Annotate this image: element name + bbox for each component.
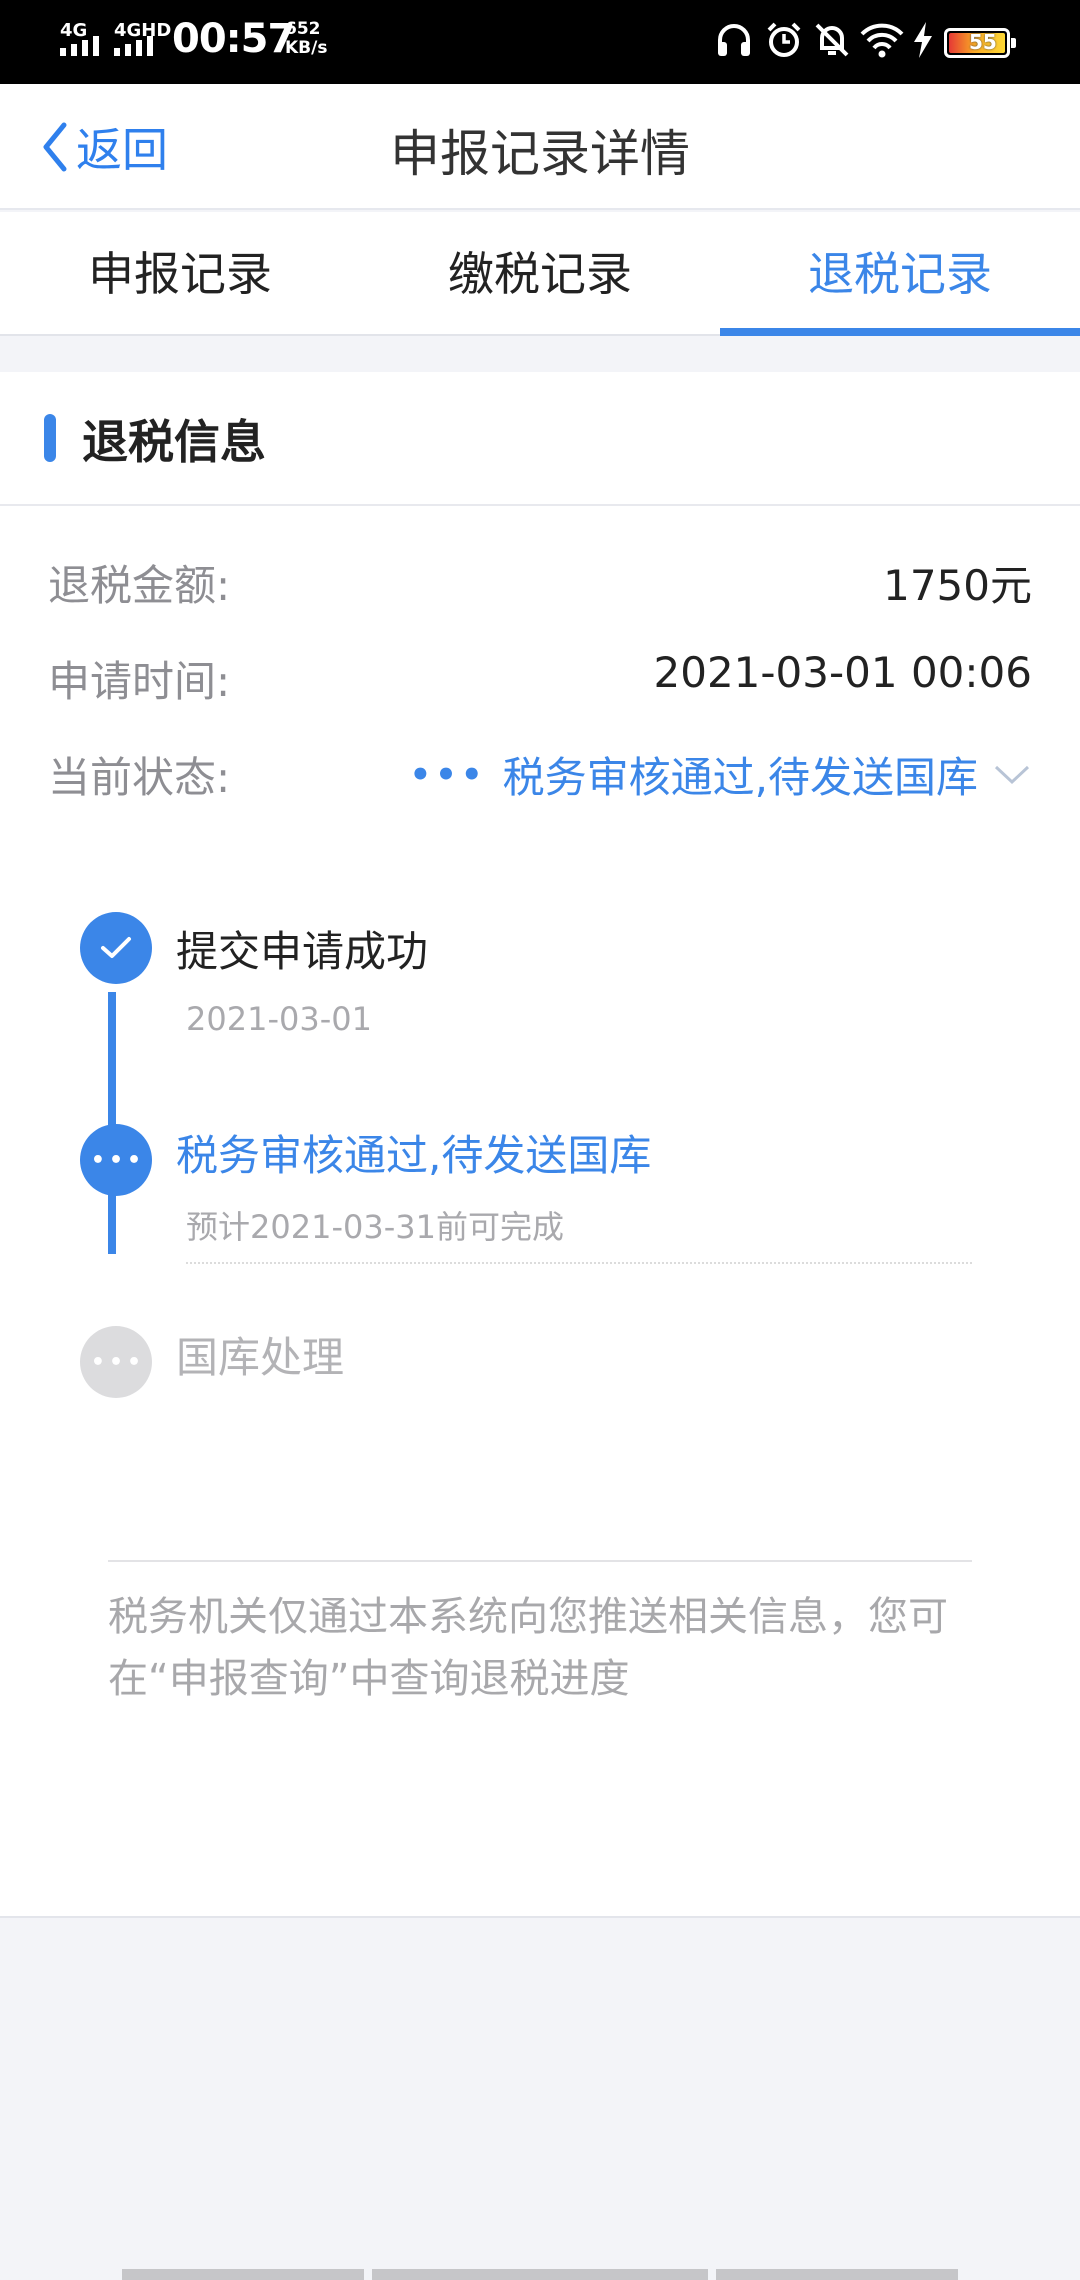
page-title: 申报记录详情 — [390, 125, 690, 183]
nav-bar-segment — [122, 2269, 364, 2280]
clock: 00:57 — [172, 16, 295, 62]
in-progress-icon: ••• — [80, 1124, 152, 1196]
charging-icon — [914, 22, 932, 58]
section-header: 退税信息 — [0, 372, 1080, 506]
current-status-label: 当前状态: — [48, 753, 231, 802]
battery-icon: 55 — [944, 28, 1016, 58]
timeline-step-date: 2021-03-01 — [186, 1000, 372, 1038]
in-progress-dots-icon: ••• — [409, 754, 487, 795]
nav-header: 返回 申报记录详情 — [0, 84, 1080, 210]
alarm-icon — [767, 22, 801, 57]
timeline-step-title: 税务审核通过,待发送国库 — [176, 1131, 652, 1180]
current-status-value: 税务审核通过,待发送国库 — [502, 753, 978, 802]
note-divider — [108, 1560, 972, 1562]
network-speed: 652 KB/s — [285, 20, 327, 58]
tab-tax-payment-records[interactable]: 缴税记录 — [360, 212, 720, 334]
refund-info-card: 退税信息 退税金额: 1750元 申请时间: 2021-03-01 00:06 … — [0, 372, 1080, 1918]
nav-bar-segment — [372, 2269, 708, 2280]
current-status-toggle[interactable]: ••• 税务审核通过,待发送国库 — [409, 744, 1032, 805]
tab-tax-refund-records[interactable]: 退税记录 — [720, 212, 1080, 336]
section-accent-bar — [44, 414, 56, 462]
signal-icon — [114, 36, 153, 56]
status-bar: 4G 4GHD 00:57 652 KB/s 55 — [0, 0, 1080, 84]
dotted-divider — [186, 1262, 972, 1264]
check-icon — [80, 912, 152, 984]
apply-time-row: 申请时间: 2021-03-01 00:06 — [48, 648, 1032, 708]
section-title: 退税信息 — [82, 415, 266, 469]
info-note: 税务机关仅通过本系统向您推送相关信息，您可在“申报查询”中查询退税进度 — [108, 1594, 948, 1702]
refund-amount-value: 1750元 — [883, 561, 1032, 610]
timeline-line — [108, 992, 116, 1254]
current-status-row: 当前状态: ••• 税务审核通过,待发送国库 — [48, 744, 1032, 804]
pending-icon: ••• — [80, 1326, 152, 1398]
refund-amount-label: 退税金额: — [48, 561, 231, 610]
tab-declaration-records[interactable]: 申报记录 — [0, 212, 360, 334]
battery-level: 55 — [969, 30, 997, 54]
headphones-icon — [718, 24, 750, 56]
apply-time-label: 申请时间: — [48, 657, 231, 706]
speed-unit: KB/s — [285, 38, 328, 58]
mute-notifications-icon — [815, 23, 849, 57]
wifi-icon — [860, 23, 904, 58]
refund-amount-row: 退税金额: 1750元 — [48, 552, 1032, 612]
nav-bar-segment — [716, 2269, 958, 2280]
timeline-step-estimate: 预计2021-03-31前可完成 — [186, 1208, 564, 1246]
timeline-step-title: 国库处理 — [176, 1333, 345, 1382]
signal-icon — [60, 36, 99, 56]
apply-time-value: 2021-03-01 00:06 — [653, 648, 1032, 697]
chevron-down-icon — [994, 765, 1030, 784]
speed-value: 652 — [285, 19, 321, 39]
tab-bar: 申报记录 缴税记录 退税记录 — [0, 212, 1080, 336]
timeline-step-title: 提交申请成功 — [176, 927, 429, 976]
